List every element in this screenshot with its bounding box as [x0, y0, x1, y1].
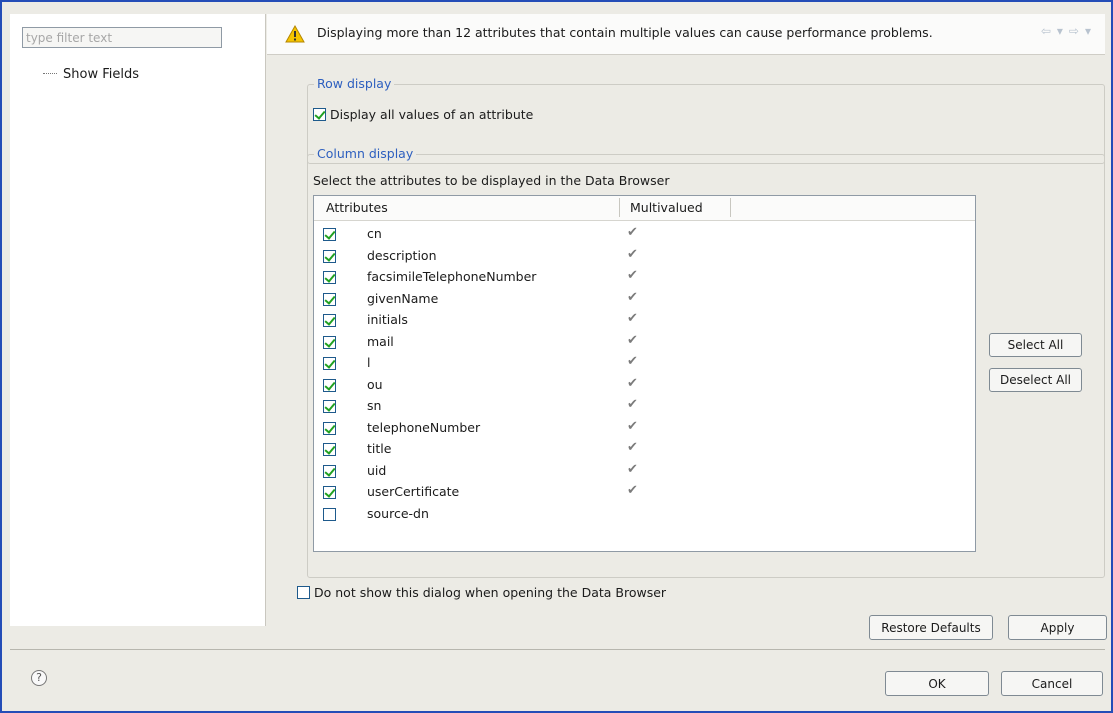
warning-icon: [285, 25, 305, 43]
attribute-name: ou: [367, 376, 383, 392]
ok-button[interactable]: OK: [885, 671, 989, 696]
attribute-checkbox[interactable]: [323, 271, 336, 284]
attribute-name: initials: [367, 312, 408, 327]
tree-connector: [43, 73, 57, 75]
navigation-panel: Show Fields: [10, 14, 266, 626]
multivalued-check-icon: ✔: [627, 268, 638, 283]
checkbox[interactable]: [313, 108, 326, 121]
table-row[interactable]: givenName ✔: [314, 289, 975, 311]
attribute-checkbox[interactable]: [323, 228, 336, 241]
multivalued-check-icon: ✔: [627, 375, 638, 391]
checkbox[interactable]: [297, 586, 310, 599]
table-row[interactable]: userCertificate ✔: [314, 482, 975, 504]
forward-dropdown-icon[interactable]: ▾: [1085, 24, 1091, 38]
column-divider[interactable]: [619, 198, 620, 217]
multivalued-check-icon: ✔: [627, 418, 638, 434]
multivalued-check-icon: ✔: [627, 311, 638, 326]
table-row[interactable]: sn ✔: [314, 396, 975, 418]
attribute-name: telephoneNumber: [367, 419, 481, 435]
attribute-name: facsimileTelephoneNumber: [367, 269, 537, 284]
attribute-name: uid: [367, 462, 387, 478]
cancel-button[interactable]: Cancel: [1001, 671, 1103, 696]
message-bar: Displaying more than 12 attributes that …: [267, 14, 1105, 55]
attribute-checkbox[interactable]: [323, 421, 336, 435]
row-display-title: Row display: [314, 76, 395, 91]
display-all-values-checkbox[interactable]: Display all values of an attribute: [313, 107, 533, 122]
do-not-show-checkbox[interactable]: Do not show this dialog when opening the…: [297, 585, 666, 600]
multivalued-check-icon: ✔: [627, 397, 638, 412]
attribute-name: l: [367, 355, 371, 370]
select-all-button[interactable]: Select All: [989, 333, 1082, 357]
attribute-name: givenName: [367, 290, 439, 306]
attribute-name: description: [367, 247, 437, 263]
table-row[interactable]: l ✔: [314, 353, 975, 375]
multivalued-check-icon: ✔: [627, 461, 638, 477]
attribute-checkbox[interactable]: [323, 464, 336, 478]
back-dropdown-icon[interactable]: ▾: [1057, 24, 1063, 38]
do-not-show-label: Do not show this dialog when opening the…: [314, 585, 667, 600]
navigation-arrows: ⇦ ▾ ⇨ ▾: [1041, 24, 1091, 38]
table-row[interactable]: uid ✔: [314, 461, 975, 483]
attribute-checkbox[interactable]: [323, 400, 336, 413]
row-display-group: Row display Display all values of an att…: [307, 76, 1105, 164]
forward-arrow-icon[interactable]: ⇨: [1069, 24, 1079, 38]
warning-message: Displaying more than 12 attributes that …: [317, 25, 933, 40]
attribute-name: mail: [367, 333, 394, 349]
multivalued-check-icon: ✔: [627, 246, 638, 262]
table-header: Attributes Multivalued: [314, 196, 975, 221]
column-display-title: Column display: [314, 146, 417, 161]
multivalued-check-icon: ✔: [627, 483, 638, 498]
attribute-name: userCertificate: [367, 484, 460, 499]
restore-defaults-button[interactable]: Restore Defaults: [869, 615, 993, 640]
multivalued-check-icon: ✔: [627, 289, 638, 305]
attribute-checkbox[interactable]: [323, 357, 336, 370]
attribute-checkbox[interactable]: [323, 443, 336, 456]
attribute-name: title: [367, 441, 392, 456]
attributes-table[interactable]: Attributes Multivalued cn ✔ description ✔ fa…: [313, 195, 976, 552]
preferences-dialog: Show Fields Displaying more than 12 attr…: [0, 0, 1113, 713]
multivalued-check-icon: ✔: [627, 225, 638, 240]
attribute-name: sn: [367, 398, 382, 413]
tree-item-label: Show Fields: [63, 66, 139, 82]
table-row[interactable]: mail ✔: [314, 332, 975, 354]
attribute-checkbox[interactable]: [323, 486, 336, 499]
table-row[interactable]: cn ✔: [314, 224, 975, 246]
apply-button[interactable]: Apply: [1008, 615, 1107, 640]
table-row[interactable]: facsimileTelephoneNumber ✔: [314, 267, 975, 289]
attribute-name: cn: [367, 226, 382, 241]
column-header-attributes[interactable]: Attributes: [326, 200, 388, 215]
display-all-values-label: Display all values of an attribute: [330, 107, 534, 122]
back-arrow-icon[interactable]: ⇦: [1041, 24, 1051, 38]
attribute-name: source-dn: [367, 505, 429, 521]
multivalued-check-icon: ✔: [627, 332, 638, 348]
attribute-checkbox[interactable]: [323, 335, 336, 349]
deselect-all-button[interactable]: Deselect All: [989, 368, 1082, 392]
column-display-group: Column display Select the attributes to …: [307, 146, 1105, 578]
column-display-description: Select the attributes to be displayed in…: [313, 173, 670, 188]
help-icon[interactable]: ?: [31, 670, 47, 686]
table-body: cn ✔ description ✔ facsimileTelephoneNumber ✔…: [314, 224, 975, 525]
filter-input[interactable]: [22, 27, 222, 48]
tree-item-show-fields[interactable]: Show Fields: [43, 65, 139, 83]
preference-page: Displaying more than 12 attributes that …: [267, 14, 1107, 644]
column-divider[interactable]: [730, 198, 731, 217]
attribute-checkbox[interactable]: [323, 314, 336, 327]
attribute-checkbox[interactable]: [323, 249, 336, 263]
table-row[interactable]: description ✔: [314, 246, 975, 268]
table-row[interactable]: ou ✔: [314, 375, 975, 397]
button-bar-divider: [10, 649, 1105, 650]
table-row[interactable]: source-dn: [314, 504, 975, 526]
table-row[interactable]: initials ✔: [314, 310, 975, 332]
attribute-checkbox[interactable]: [323, 507, 336, 521]
attribute-checkbox[interactable]: [323, 292, 336, 306]
multivalued-check-icon: ✔: [627, 440, 638, 455]
table-row[interactable]: title ✔: [314, 439, 975, 461]
column-header-multivalued[interactable]: Multivalued: [630, 200, 703, 215]
table-row[interactable]: telephoneNumber ✔: [314, 418, 975, 440]
attribute-checkbox[interactable]: [323, 378, 336, 392]
multivalued-check-icon: ✔: [627, 354, 638, 369]
